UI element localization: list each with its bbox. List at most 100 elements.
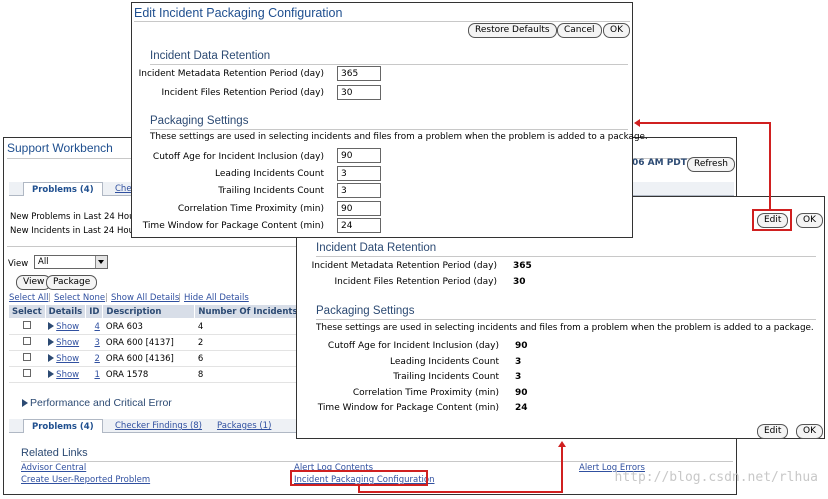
files-retention-field[interactable] xyxy=(337,85,381,100)
row-checkbox[interactable] xyxy=(22,369,31,377)
time-window-label: Time Window for Package Content (min) xyxy=(142,221,324,231)
col-select[interactable]: Select xyxy=(8,304,46,319)
retention-heading: Incident Data Retention xyxy=(150,50,271,62)
time-window-label: Time Window for Package Content (min) xyxy=(317,403,499,413)
metadata-retention-label: Incident Metadata Retention Period (day) xyxy=(311,261,497,271)
leading-count-label: Leading Incidents Count xyxy=(390,357,499,367)
ok-button[interactable]: OK xyxy=(796,213,823,228)
select-none-link[interactable]: Select None xyxy=(54,293,105,303)
show-link[interactable]: Show xyxy=(56,322,79,332)
edit-config-dialog: Edit Incident Packaging Configuration Re… xyxy=(131,2,648,238)
restore-defaults-button[interactable]: Restore Defaults xyxy=(468,23,557,38)
col-number-of-incidents[interactable]: Number Of Incidents xyxy=(194,304,308,319)
problems-table: Select Details ID Description Number Of … xyxy=(8,304,308,383)
row-checkbox[interactable] xyxy=(22,321,31,329)
incident-count: 6 xyxy=(194,350,308,367)
callout-line-link-up xyxy=(561,447,563,493)
trailing-count-label: Trailing Incidents Count xyxy=(393,372,499,382)
problem-id-link[interactable]: 4 xyxy=(94,322,99,332)
trailing-count-field[interactable] xyxy=(337,183,381,198)
related-links-title: Related Links xyxy=(21,447,88,459)
metadata-retention-field[interactable] xyxy=(337,66,381,81)
correlation-proximity-label: Correlation Time Proximity (min) xyxy=(177,204,324,214)
cancel-button[interactable]: Cancel xyxy=(557,23,602,38)
tab-problems-bottom[interactable]: Problems (4) xyxy=(23,419,103,433)
time-window-value: 24 xyxy=(515,403,528,413)
problem-description: ORA 600 [4136] xyxy=(102,350,195,367)
callout-line-link-right xyxy=(358,491,562,493)
create-user-reported-problem-link[interactable]: Create User-Reported Problem xyxy=(21,475,150,485)
time-window-field[interactable] xyxy=(337,218,381,233)
packaging-description: These settings are used in selecting inc… xyxy=(316,323,814,333)
summary-new-problems: New Problems in Last 24 Hour xyxy=(10,212,138,222)
expand-icon[interactable] xyxy=(48,337,55,346)
callout-arrow-up xyxy=(558,441,566,447)
watermark: http://blog.csdn.net/rlhua xyxy=(614,470,819,485)
show-link[interactable]: Show xyxy=(56,370,79,380)
tab-problems[interactable]: Problems (4) xyxy=(23,182,103,196)
leading-count-field[interactable] xyxy=(337,166,381,181)
col-details[interactable]: Details xyxy=(44,304,87,319)
time-text: 06 AM PDT xyxy=(632,158,687,168)
cutoff-age-field[interactable] xyxy=(337,148,381,163)
table-header: Select Details ID Description Number Of … xyxy=(8,304,308,319)
trailing-count-label: Trailing Incidents Count xyxy=(218,186,324,196)
correlation-proximity-value: 90 xyxy=(515,388,528,398)
cutoff-age-value: 90 xyxy=(515,341,528,351)
retention-heading: Incident Data Retention xyxy=(316,242,437,254)
trailing-count-value: 3 xyxy=(515,372,522,382)
packaging-heading: Packaging Settings xyxy=(316,305,415,317)
show-link[interactable]: Show xyxy=(56,354,79,364)
refresh-button[interactable]: Refresh xyxy=(687,157,735,172)
cutoff-age-label: Cutoff Age for Incident Inclusion (day) xyxy=(152,152,324,162)
problem-description: ORA 603 xyxy=(102,318,195,335)
expand-icon[interactable] xyxy=(48,369,55,378)
advisor-central-link[interactable]: Advisor Central xyxy=(21,463,86,473)
leading-count-value: 3 xyxy=(515,357,522,367)
show-all-details-link[interactable]: Show All Details xyxy=(111,293,179,303)
perf-section-heading[interactable]: Performance and Critical Error xyxy=(22,397,172,409)
files-retention-value: 30 xyxy=(513,277,526,287)
edit-button-highlight xyxy=(752,209,792,231)
tab-packages[interactable]: Packages (1) xyxy=(211,419,277,433)
tab-checker-findings[interactable]: Checker Findings (8) xyxy=(109,419,208,433)
problem-id-link[interactable]: 2 xyxy=(94,354,99,364)
view-select-value: All xyxy=(38,257,49,267)
metadata-retention-label: Incident Metadata Retention Period (day) xyxy=(138,69,324,79)
table-row: Show 3 ORA 600 [4137] 2 xyxy=(8,334,308,351)
cutoff-age-label: Cutoff Age for Incident Inclusion (day) xyxy=(327,341,499,351)
edit-button-bottom[interactable]: Edit xyxy=(757,424,789,439)
chevron-down-icon xyxy=(95,256,107,268)
leading-count-label: Leading Incidents Count xyxy=(215,169,324,179)
table-row: Show 4 ORA 603 4 xyxy=(8,318,308,335)
ok-button-bottom[interactable]: OK xyxy=(796,424,823,439)
problem-id-link[interactable]: 3 xyxy=(94,338,99,348)
ok-button[interactable]: OK xyxy=(603,23,630,38)
correlation-proximity-label: Correlation Time Proximity (min) xyxy=(352,388,499,398)
packaging-heading: Packaging Settings xyxy=(150,115,249,127)
problem-description: ORA 600 [4137] xyxy=(102,334,195,351)
files-retention-label: Incident Files Retention Period (day) xyxy=(334,277,497,287)
expand-icon[interactable] xyxy=(48,353,55,362)
col-id[interactable]: ID xyxy=(85,304,104,319)
callout-line-edit-up xyxy=(769,122,771,209)
problem-id-link[interactable]: 1 xyxy=(94,370,99,380)
files-retention-label: Incident Files Retention Period (day) xyxy=(161,88,324,98)
incident-count: 4 xyxy=(194,318,308,335)
select-all-link[interactable]: Select All xyxy=(9,293,48,303)
table-row: Show 1 ORA 1578 8 xyxy=(8,366,308,383)
packaging-description: These settings are used in selecting inc… xyxy=(150,132,648,142)
hide-all-details-link[interactable]: Hide All Details xyxy=(184,293,249,303)
correlation-proximity-field[interactable] xyxy=(337,201,381,216)
row-checkbox[interactable] xyxy=(22,337,31,345)
col-description[interactable]: Description xyxy=(102,304,196,319)
callout-line-edit-left xyxy=(640,122,771,124)
problem-description: ORA 1578 xyxy=(102,366,195,383)
summary-new-incidents: New Incidents in Last 24 Hour xyxy=(10,226,138,236)
show-link[interactable]: Show xyxy=(56,338,79,348)
row-checkbox[interactable] xyxy=(22,353,31,361)
view-select[interactable]: All xyxy=(34,255,108,269)
workbench-title: Support Workbench xyxy=(7,141,113,155)
expand-icon[interactable] xyxy=(48,321,55,330)
package-button[interactable]: Package xyxy=(46,275,98,290)
